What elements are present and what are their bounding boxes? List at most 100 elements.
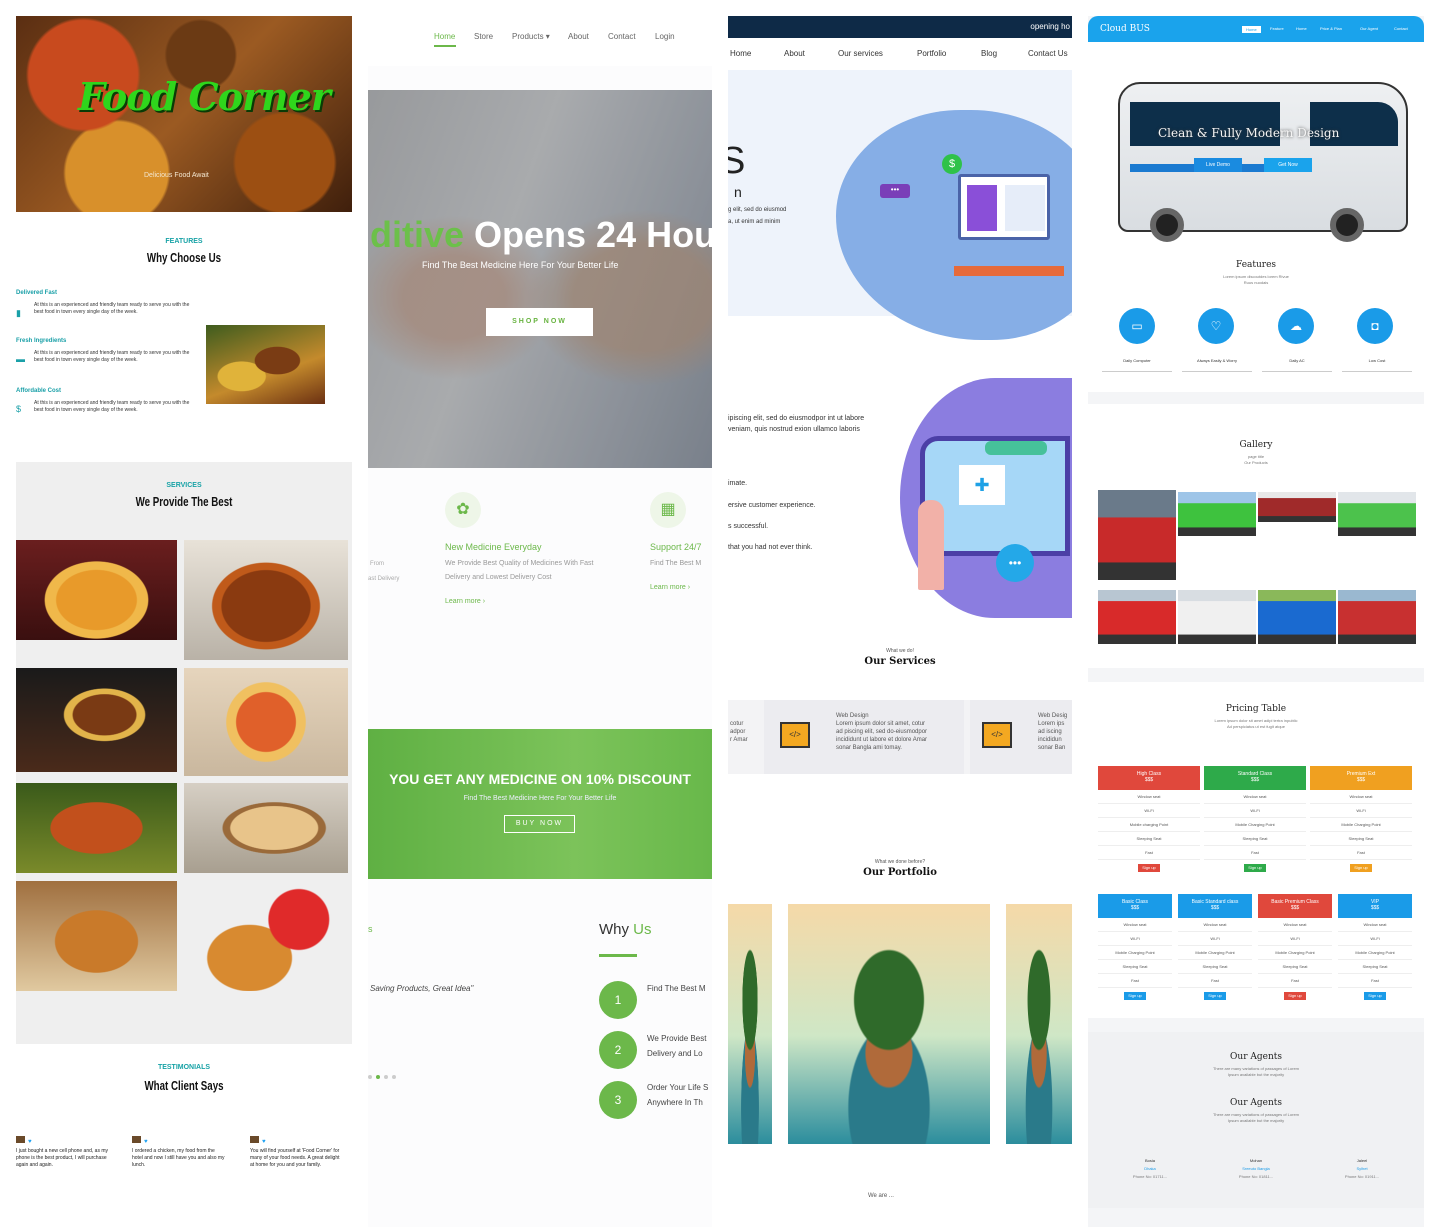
hero-title-accent: ditive: [370, 214, 465, 255]
bus-brand[interactable]: Cloud BUS: [1100, 24, 1150, 34]
discount-banner: YOU GET ANY MEDICINE ON 10% DISCOUNT Fin…: [368, 729, 712, 879]
buy-now-button[interactable]: BUY NOW: [504, 815, 575, 833]
agent-place[interactable]: Sylhet: [1322, 1166, 1402, 1171]
nav-store[interactable]: Store: [474, 32, 493, 41]
carousel-dot-active[interactable]: [376, 1075, 380, 1079]
nav-contact[interactable]: Contact Us: [1028, 49, 1068, 58]
plan-price: $$$: [1130, 905, 1140, 911]
feature-label: Daily Computer: [1102, 358, 1172, 372]
portfolio-item[interactable]: [1006, 904, 1072, 1144]
sign-up-button[interactable]: Sign up: [1350, 864, 1372, 872]
agent-phone: Phone No: 01811...: [1238, 1174, 1274, 1179]
why-choose-title: Why Choose Us: [146, 250, 222, 265]
nav-agent[interactable]: Our Agent: [1360, 26, 1378, 31]
plan-feature: Sleeping Seat: [1310, 832, 1412, 846]
gallery-photo[interactable]: [1098, 490, 1176, 580]
service-card[interactable]: </> Web Design Lorem ipsum dolor sit ame…: [764, 700, 964, 774]
cloud-icon: ☁: [1278, 308, 1314, 344]
portfolio-item-house[interactable]: [788, 904, 990, 1144]
phone-icon: ▮: [16, 308, 21, 318]
sign-up-button[interactable]: Sign up: [1284, 992, 1306, 1000]
agent-place[interactable]: Sreeuto Bangla: [1216, 1166, 1296, 1171]
nav-blog[interactable]: Blog: [981, 49, 997, 58]
nav-pricing[interactable]: Price & Plan: [1320, 26, 1342, 31]
gallery-photo[interactable]: [1258, 590, 1336, 644]
service-text: Find The Best M: [650, 560, 702, 567]
pancake-image[interactable]: [16, 540, 177, 640]
cloud-bus-preview[interactable]: Cloud BUS Home Feature Home Price & Plan…: [1088, 16, 1424, 1227]
agency-hero: $ ••• S n g elit, sed do eiusmod a, ut e…: [728, 70, 1072, 340]
learn-more-link[interactable]: Learn more ›: [650, 584, 690, 591]
nav-about[interactable]: About: [784, 49, 805, 58]
gallery-photo[interactable]: [1338, 492, 1416, 536]
get-now-button[interactable]: Get Now: [1264, 158, 1312, 172]
services-carousel: cotur adpor r Amar </> Web Design Lorem …: [728, 700, 1072, 774]
sign-up-button[interactable]: Sign up: [1204, 992, 1226, 1000]
nav-contact[interactable]: Contact: [1394, 26, 1408, 31]
nav-feature[interactable]: Feature: [1270, 26, 1284, 31]
services-title: Our Services: [864, 656, 936, 667]
chicken-bucket-image[interactable]: [184, 881, 348, 991]
pricing-card-header: Standard Class $$$: [1204, 766, 1306, 790]
card-icon: ▬: [16, 354, 25, 364]
sign-up-button[interactable]: Sign up: [1138, 864, 1160, 872]
agent-card: Mohan Sreeuto Bangla Phone No: 01811...: [1216, 1158, 1296, 1179]
pricing-card: Basic Class $$$ Window seat Wi-Fi Mobile Cha…: [1098, 894, 1172, 1004]
feature-item: Affordable Cost $ At this is an experien…: [16, 388, 196, 414]
wings-image[interactable]: [16, 783, 177, 873]
nav-services[interactable]: Our services: [838, 49, 883, 58]
roast-chicken-image[interactable]: [184, 540, 348, 660]
nav-home-2[interactable]: Home: [1296, 26, 1307, 31]
agency-preview[interactable]: opening ho Home About Our services Portf…: [728, 16, 1072, 1200]
portfolio-item[interactable]: [728, 904, 772, 1144]
plan-feature: Sleeping Seat: [1204, 832, 1306, 846]
nav-home[interactable]: Home: [1242, 26, 1261, 33]
service-card[interactable]: </> Web Desig Lorem ips ad iscing incidi…: [970, 700, 1072, 774]
learn-more-link[interactable]: Learn more ›: [445, 598, 485, 605]
food-brand-title: Food Corner: [78, 74, 331, 119]
live-demo-button[interactable]: Live Demo: [1194, 158, 1242, 172]
shop-now-button[interactable]: SHOP NOW: [486, 308, 593, 336]
pricing-card-header: Basic Standard class $$$: [1178, 894, 1252, 918]
step-text: We Provide Best: [647, 1034, 707, 1043]
gallery-photo[interactable]: [1258, 492, 1336, 522]
agency-topbar: opening ho: [728, 16, 1072, 38]
carousel-dot[interactable]: [368, 1075, 372, 1079]
service-fragment: adpor: [730, 729, 746, 735]
nav-contact[interactable]: Contact: [608, 32, 636, 41]
pharmacy-preview[interactable]: Home Store Products ▾ About Contact Logi…: [368, 16, 712, 1227]
twitter-icon: ♥: [262, 1139, 266, 1145]
carousel-dots[interactable]: [368, 1066, 400, 1084]
service-fragment: r Amar: [730, 737, 748, 743]
nav-home[interactable]: Home: [434, 32, 455, 41]
sign-up-button[interactable]: Sign up: [1364, 992, 1386, 1000]
nav-login[interactable]: Login: [655, 32, 675, 41]
gallery-photo[interactable]: [1338, 590, 1416, 644]
food-corner-preview[interactable]: Food Corner Delicious Food Await FEATURE…: [16, 16, 352, 1227]
sign-up-button[interactable]: Sign up: [1124, 992, 1146, 1000]
step-text: Delivery and Lo: [647, 1049, 703, 1058]
feature-label: Always Easily & Worry: [1182, 358, 1252, 372]
gallery-photo[interactable]: [1178, 492, 1256, 536]
bar-panel: [1005, 185, 1045, 231]
sign-up-button[interactable]: Sign up: [1244, 864, 1266, 872]
carousel-dot[interactable]: [392, 1075, 396, 1079]
features-subtitle: Lorem ipsum discoutdes lorem Rivue: [1223, 274, 1289, 279]
nav-portfolio[interactable]: Portfolio: [917, 49, 946, 58]
features-subtitle: Ruus nuodais: [1243, 280, 1269, 285]
nav-home[interactable]: Home: [730, 49, 751, 58]
pizza-image[interactable]: [184, 668, 348, 776]
service-card-text: Lorem ipsum dolor sit amet, cotur: [836, 721, 926, 727]
carousel-dot[interactable]: [384, 1075, 388, 1079]
plan-feature: Wi-Fi: [1178, 932, 1252, 946]
gallery-photo[interactable]: [1098, 590, 1176, 644]
nav-products[interactable]: Products ▾: [512, 32, 550, 41]
bus-wheel: [1330, 208, 1364, 242]
fried-chicken-image[interactable]: [16, 881, 177, 991]
about-bullet: imate.: [728, 480, 748, 487]
gallery-photo[interactable]: [1178, 590, 1256, 644]
nav-about[interactable]: About: [568, 32, 589, 41]
burger-image[interactable]: [16, 668, 177, 772]
agent-place[interactable]: Dhaka: [1110, 1166, 1190, 1171]
wrap-image[interactable]: [184, 783, 348, 873]
